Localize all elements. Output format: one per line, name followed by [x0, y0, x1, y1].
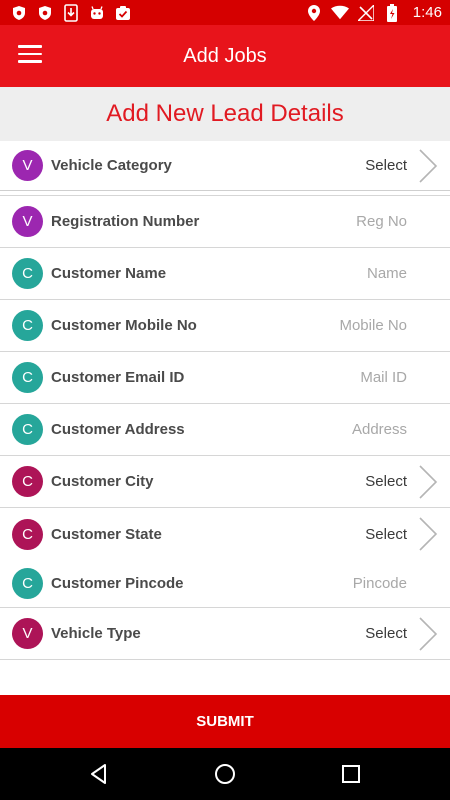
field-label: Customer Mobile No: [51, 317, 197, 334]
field-label: Customer Name: [51, 265, 167, 282]
field-label: Customer Email ID: [51, 369, 185, 386]
field-label: Vehicle Type: [51, 625, 141, 642]
status-bar: 1:46: [0, 0, 450, 25]
registration-number-row[interactable]: V Registration Number: [0, 196, 450, 248]
field-label: Customer State: [51, 525, 162, 543]
back-icon[interactable]: [87, 762, 111, 786]
field-avatar: C: [12, 414, 43, 445]
app-bar: Add Jobs: [0, 25, 450, 87]
chevron-right-icon: [419, 616, 438, 651]
field-label: Registration Number: [51, 213, 200, 230]
vehicle-type-select[interactable]: Select: [365, 625, 407, 642]
field-avatar: V: [12, 150, 43, 181]
lead-form: V Vehicle Category Select V Registration…: [0, 141, 450, 660]
customer-email-input[interactable]: [277, 369, 407, 386]
chevron-right-icon: [419, 148, 438, 183]
battery-charging-icon: [383, 3, 401, 22]
chevron-right-icon: [419, 464, 438, 499]
download-icon: [62, 3, 80, 22]
field-label: Customer Pincode: [51, 575, 184, 592]
home-icon[interactable]: [213, 762, 237, 786]
chevron-right-icon: [419, 517, 438, 551]
section-header: Add New Lead Details: [0, 87, 450, 141]
customer-city-select[interactable]: Select: [365, 473, 407, 490]
customer-email-row[interactable]: C Customer Email ID: [0, 352, 450, 404]
field-avatar: C: [12, 310, 43, 341]
page-title: Add Jobs: [183, 44, 267, 67]
notification-icons: [10, 3, 132, 22]
registration-number-input[interactable]: [277, 213, 407, 230]
field-avatar: C: [12, 568, 43, 599]
submit-button[interactable]: SUBMIT: [0, 695, 450, 748]
customer-state-select[interactable]: Select: [365, 526, 407, 543]
navigation-bar: [0, 748, 450, 800]
customer-name-row[interactable]: C Customer Name: [0, 248, 450, 300]
wifi-icon: [330, 4, 349, 22]
customer-mobile-row[interactable]: C Customer Mobile No: [0, 300, 450, 352]
field-avatar: V: [12, 618, 43, 649]
customer-name-input[interactable]: [277, 265, 407, 282]
status-time: 1:46: [412, 4, 442, 21]
vehicle-type-row[interactable]: V Vehicle Type Select: [0, 608, 450, 660]
hamburger-menu-icon[interactable]: [18, 45, 42, 67]
customer-state-row[interactable]: C Customer State Select: [0, 508, 450, 560]
customer-address-row[interactable]: C Customer Address: [0, 404, 450, 456]
shield-icon: [36, 4, 54, 22]
recents-icon[interactable]: [339, 762, 363, 786]
location-icon: [305, 4, 323, 22]
customer-pincode-row[interactable]: C Customer Pincode: [0, 560, 450, 608]
field-avatar: C: [12, 258, 43, 289]
vehicle-category-row[interactable]: V Vehicle Category Select: [0, 141, 450, 191]
customer-city-row[interactable]: C Customer City Select: [0, 456, 450, 508]
customer-mobile-input[interactable]: [277, 317, 407, 334]
no-signal-icon: [357, 4, 375, 22]
customer-pincode-input[interactable]: [277, 575, 407, 592]
field-label: Customer Address: [51, 421, 185, 438]
field-avatar: C: [12, 518, 43, 550]
section-title: Add New Lead Details: [106, 100, 344, 127]
customer-address-input[interactable]: [277, 421, 407, 438]
vehicle-category-select[interactable]: Select: [365, 157, 407, 174]
field-label: Vehicle Category: [51, 157, 172, 174]
field-avatar: C: [12, 466, 43, 497]
clipboard-check-icon: [114, 4, 132, 22]
field-label: Customer City: [51, 473, 154, 490]
system-icons: 1:46: [305, 3, 442, 22]
field-avatar: V: [12, 206, 43, 237]
shield-icon: [10, 4, 28, 22]
android-icon: [88, 4, 106, 22]
field-avatar: C: [12, 362, 43, 393]
